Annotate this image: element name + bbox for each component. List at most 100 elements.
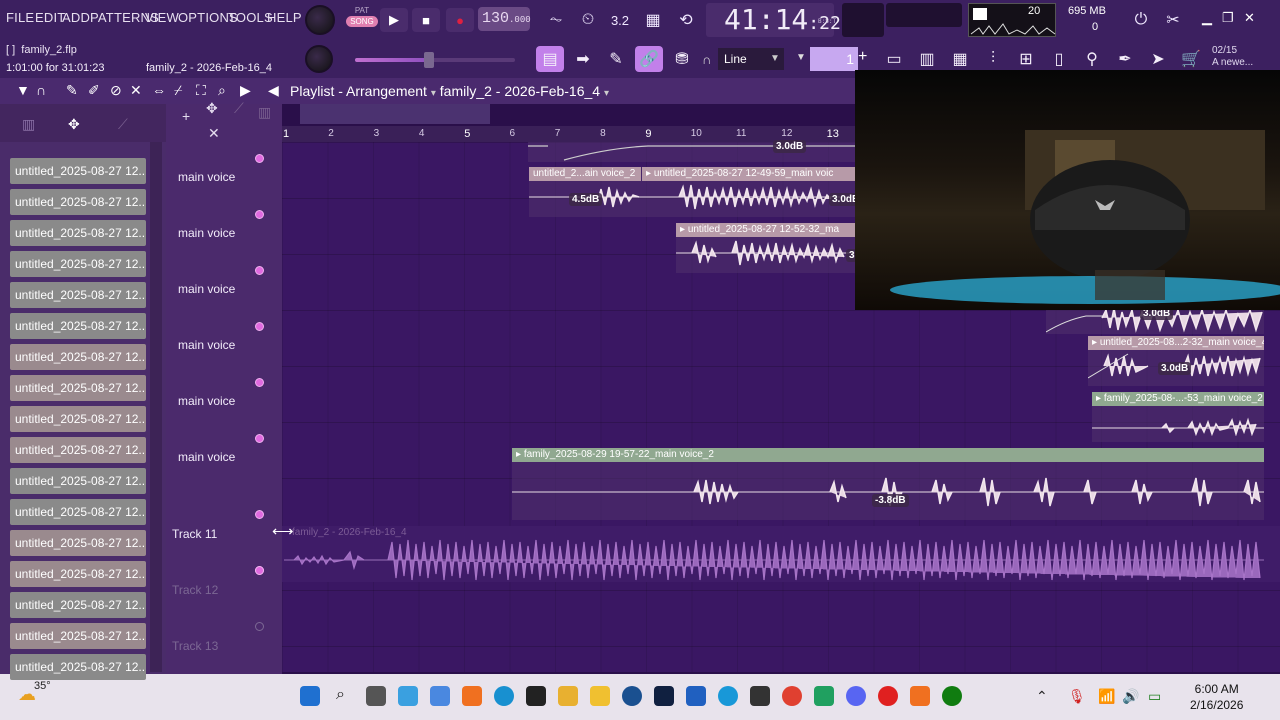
audio-icon[interactable]: ➤ bbox=[1144, 46, 1172, 72]
browser-item[interactable]: untitled_2025-08-27 12... bbox=[10, 344, 146, 370]
delete-icon[interactable]: ⊘ bbox=[110, 82, 122, 99]
track-mute-toggle[interactable] bbox=[255, 622, 264, 631]
browser-item[interactable]: untitled_2025-08-27 12... bbox=[10, 561, 146, 587]
browser-item[interactable]: untitled_2025-08-27 12... bbox=[10, 530, 146, 556]
pencil-icon[interactable]: ✎ bbox=[66, 82, 78, 99]
record-button[interactable]: ● bbox=[446, 8, 474, 32]
track-mute-toggle[interactable] bbox=[255, 378, 264, 387]
audio-clip[interactable]: ▸ family_2025-08-29 19-57-22_main voice_… bbox=[512, 448, 1264, 520]
store-icon[interactable] bbox=[430, 686, 450, 706]
browser-item[interactable]: untitled_2025-08-27 12... bbox=[10, 220, 146, 246]
track-name[interactable]: Track 12 bbox=[172, 583, 218, 597]
browser-item[interactable]: untitled_2025-08-27 12... bbox=[10, 592, 146, 618]
paint-icon[interactable]: ✐ bbox=[88, 82, 100, 99]
link-icon[interactable]: ⟋ bbox=[234, 100, 244, 117]
browser-item[interactable]: untitled_2025-08-27 12... bbox=[10, 468, 146, 494]
discord-icon[interactable] bbox=[846, 686, 866, 706]
news-panel[interactable]: 02/15 A newe... bbox=[1212, 45, 1253, 69]
cart-icon[interactable]: 🛒 bbox=[1177, 46, 1205, 72]
amazon-icon[interactable] bbox=[526, 686, 546, 706]
link-tool-icon[interactable]: 🔗 bbox=[635, 46, 663, 72]
audio-clip[interactable]: 3.0dB bbox=[1046, 306, 1264, 334]
plugin-icon[interactable]: ⚲ bbox=[1078, 46, 1106, 72]
track-name[interactable]: main voice bbox=[178, 394, 235, 408]
piano-roll-icon[interactable]: ▥ bbox=[913, 46, 941, 72]
playlist-view-icon[interactable]: ▤ bbox=[536, 46, 564, 72]
browser-item[interactable]: untitled_2025-08-27 12... bbox=[10, 654, 146, 680]
master-pitch-knob[interactable] bbox=[305, 45, 333, 73]
restore-icon[interactable]: ❐ bbox=[1222, 10, 1234, 26]
minimize-icon[interactable]: ▁ bbox=[1202, 10, 1212, 26]
channel-rack-icon[interactable]: ▦ bbox=[946, 46, 974, 72]
master-slider-handle[interactable] bbox=[424, 52, 434, 68]
link-icon[interactable]: ⟋ bbox=[118, 116, 128, 133]
loop-marker-bar[interactable] bbox=[300, 104, 490, 124]
track-name[interactable]: Track 13 bbox=[172, 639, 218, 653]
capcut-icon[interactable] bbox=[750, 686, 770, 706]
step-edit-icon[interactable]: ▦ bbox=[640, 7, 666, 33]
app-icon[interactable] bbox=[686, 686, 706, 706]
windows-start-icon[interactable] bbox=[300, 686, 320, 706]
track-name[interactable]: main voice bbox=[178, 226, 235, 240]
track-name[interactable]: main voice bbox=[178, 282, 235, 296]
master-volume-knob[interactable] bbox=[305, 5, 335, 35]
magnet-icon[interactable]: ∩ bbox=[36, 82, 46, 98]
song-position-display[interactable]: 41:14:22 B:S:T bbox=[706, 3, 841, 37]
browser-item[interactable]: untitled_2025-08-27 12... bbox=[10, 158, 146, 184]
audio-clip[interactable]: ▸ untitled_2025-08-27 12-52-32_ma 3 bbox=[676, 223, 858, 273]
app-icon[interactable] bbox=[878, 686, 898, 706]
menu-edit[interactable]: EDIT bbox=[35, 10, 65, 25]
track-mute-toggle[interactable] bbox=[255, 210, 264, 219]
add-pattern-icon[interactable]: + bbox=[858, 48, 867, 66]
edge-icon[interactable] bbox=[718, 686, 738, 706]
close-icon[interactable]: ✕ bbox=[208, 125, 220, 142]
file-explorer-icon[interactable] bbox=[590, 686, 610, 706]
close-icon[interactable]: ✕ bbox=[1244, 10, 1255, 26]
browser-item[interactable]: untitled_2025-08-27 12... bbox=[10, 499, 146, 525]
browser-item[interactable]: untitled_2025-08-27 12... bbox=[10, 189, 146, 215]
chevron-down-icon[interactable]: ▾ bbox=[431, 88, 436, 99]
system-clock[interactable]: 6:00 AM 2/16/2026 bbox=[1190, 681, 1243, 713]
add-track-icon[interactable]: + bbox=[182, 108, 190, 124]
playlist-icon[interactable]: ▭ bbox=[880, 46, 908, 72]
battery-icon[interactable]: ▭ bbox=[1148, 688, 1161, 705]
chevron-down-icon[interactable]: ▾ bbox=[604, 88, 609, 99]
copilot-icon[interactable] bbox=[398, 686, 418, 706]
track-mute-toggle[interactable] bbox=[255, 566, 264, 575]
audio-clip-top[interactable]: 3.0dB bbox=[528, 140, 855, 162]
browser-item[interactable]: untitled_2025-08-27 12... bbox=[10, 375, 146, 401]
slice-icon[interactable]: ⌿ bbox=[174, 82, 182, 99]
slip-icon[interactable]: ⇔ bbox=[152, 82, 166, 98]
chrome-icon[interactable] bbox=[782, 686, 802, 706]
weather-temp[interactable]: 35° bbox=[34, 680, 51, 692]
track-mute-toggle[interactable] bbox=[255, 154, 264, 163]
play-button[interactable]: ▶ bbox=[380, 8, 408, 32]
task-view-icon[interactable] bbox=[366, 686, 386, 706]
browser-item[interactable]: untitled_2025-08-27 12... bbox=[10, 437, 146, 463]
track-mute-toggle[interactable] bbox=[255, 434, 264, 443]
audio-settings-icon[interactable]: ✂ bbox=[1160, 7, 1186, 33]
playback-icon[interactable]: ▶ bbox=[240, 82, 251, 99]
track-mute-toggle[interactable] bbox=[255, 510, 264, 519]
select-icon[interactable]: ⛶ bbox=[196, 82, 206, 99]
audio-clip-track-11[interactable] bbox=[284, 526, 1264, 582]
fl-studio-icon[interactable] bbox=[910, 686, 930, 706]
edge-icon[interactable] bbox=[494, 686, 514, 706]
browser-item[interactable]: untitled_2025-08-27 12... bbox=[10, 623, 146, 649]
arrow-tool-icon[interactable]: ➡ bbox=[569, 46, 597, 72]
power-icon[interactable]: ⏻ bbox=[1128, 7, 1154, 33]
stamp-tool-icon[interactable]: ⛃ bbox=[668, 46, 696, 72]
browser-item[interactable]: untitled_2025-08-27 12... bbox=[10, 282, 146, 308]
track-mute-toggle[interactable] bbox=[255, 322, 264, 331]
browser-menu-icon[interactable]: ▥ bbox=[22, 116, 35, 133]
master-slider[interactable] bbox=[355, 58, 515, 62]
countdown-icon[interactable]: 3.2 bbox=[607, 7, 633, 33]
photoshop-icon[interactable] bbox=[654, 686, 674, 706]
track-mute-toggle[interactable] bbox=[255, 266, 264, 275]
app-icon[interactable] bbox=[558, 686, 578, 706]
menu-file[interactable]: FILE bbox=[6, 10, 34, 25]
wifi-icon[interactable]: 📶 bbox=[1098, 688, 1115, 705]
hp-icon[interactable] bbox=[622, 686, 642, 706]
microphone-icon[interactable]: 🎙 bbox=[1068, 688, 1086, 705]
pattern-menu-icon[interactable]: ▼ bbox=[796, 52, 806, 63]
